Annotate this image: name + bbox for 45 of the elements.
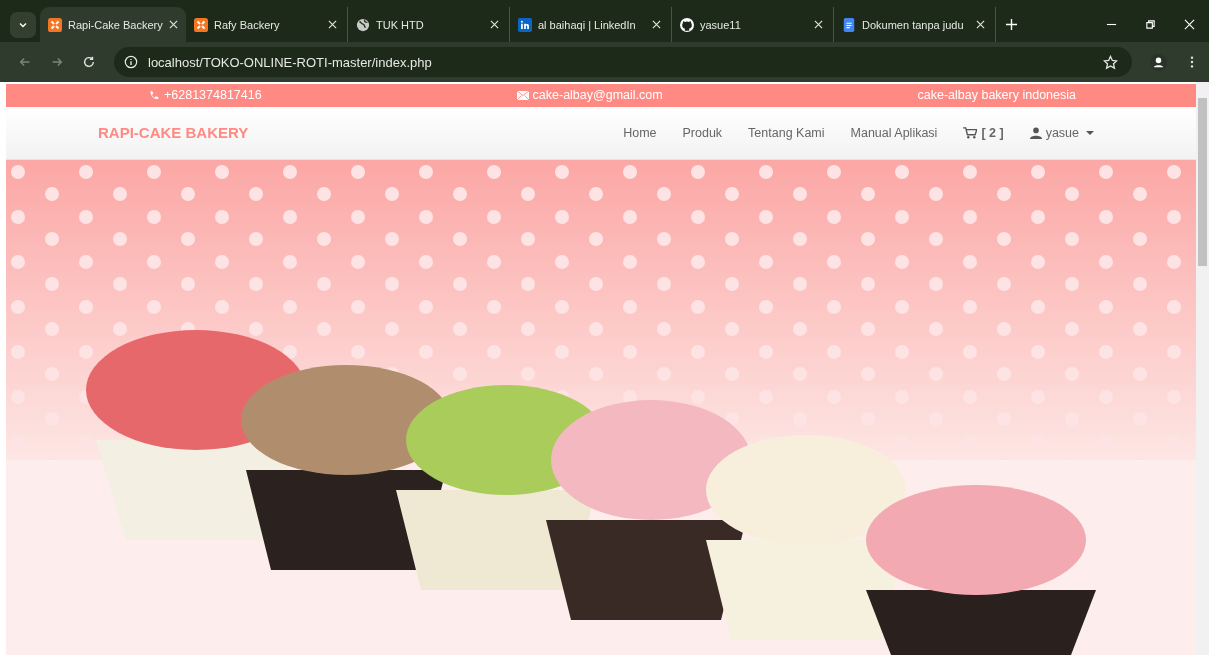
tab-title: Rapi-Cake Backery xyxy=(68,18,163,31)
info-icon[interactable] xyxy=(124,55,138,69)
phone-number: +6281374817416 xyxy=(164,88,262,103)
forward-icon[interactable] xyxy=(50,55,64,69)
browser-tab[interactable]: Rapi-Cake Backery xyxy=(40,7,186,42)
cart-link[interactable]: [ 2 ] xyxy=(963,125,1004,140)
profile-icon[interactable] xyxy=(1150,53,1167,71)
new-tab-icon[interactable] xyxy=(1006,19,1017,30)
close-icon[interactable] xyxy=(328,20,337,29)
star-icon[interactable] xyxy=(1103,54,1118,70)
close-icon[interactable] xyxy=(652,20,661,29)
tab-title: al baihaqi | LinkedIn xyxy=(538,18,637,31)
tagline: cake-albay bakery indonesia xyxy=(917,88,1076,103)
envelope-icon xyxy=(516,89,529,101)
nav-link[interactable]: Home xyxy=(623,125,657,140)
scrollbar[interactable] xyxy=(1196,82,1209,655)
close-icon[interactable] xyxy=(168,20,178,29)
tab-title: Dokumen tanpa judu xyxy=(862,18,965,31)
email-address: cake-albay@gmail.com xyxy=(532,88,663,103)
reload-icon[interactable] xyxy=(82,55,96,69)
tab-title: Rafy Backery xyxy=(214,18,281,31)
xampp-logo-icon xyxy=(48,17,62,32)
xampp-logo-icon xyxy=(194,17,208,32)
nav-link[interactable]: Produk xyxy=(682,125,723,140)
linkedin-logo-icon xyxy=(518,17,532,32)
tab-title: TUK HTD xyxy=(376,18,425,31)
globe-icon xyxy=(356,17,370,32)
cart-icon xyxy=(963,126,978,139)
close-icon[interactable] xyxy=(976,20,985,29)
restore-icon[interactable] xyxy=(1145,19,1156,30)
caret-icon xyxy=(1086,130,1094,135)
document-icon xyxy=(842,17,856,32)
user-menu[interactable]: yasue xyxy=(1029,125,1094,140)
phone-icon xyxy=(148,89,160,101)
nav-link[interactable]: Manual Aplikasi xyxy=(850,125,938,140)
back-icon[interactable] xyxy=(18,55,32,69)
github-logo-icon xyxy=(680,17,694,32)
address-bar[interactable]: localhost/TOKO-ONLINE-ROTI-master/index.php xyxy=(114,47,1132,77)
user-icon xyxy=(1029,126,1042,139)
scrollbar-thumb[interactable] xyxy=(1198,98,1207,266)
tab-title: yasue11 xyxy=(700,18,742,31)
nav-link[interactable]: Tentang Kami xyxy=(748,125,825,140)
url-text: localhost/TOKO-ONLINE-ROTI-master/index.php xyxy=(148,54,433,70)
close-icon[interactable] xyxy=(814,20,823,29)
close-icon[interactable] xyxy=(490,20,499,29)
